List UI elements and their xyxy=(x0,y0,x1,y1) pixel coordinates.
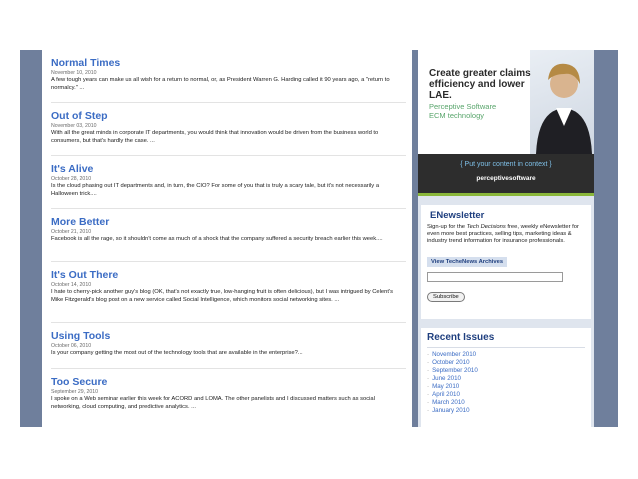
ad-headline: Create greater claims efficiency and low… xyxy=(429,68,531,101)
post-title-link[interactable]: More Better xyxy=(51,216,406,228)
post-item: It's Out There October 14, 2010 I hate t… xyxy=(51,269,406,304)
ad-cta-text: { Put your content in context } xyxy=(460,161,552,168)
post-title-link[interactable]: Normal Times xyxy=(51,57,406,69)
post-title-link[interactable]: Using Tools xyxy=(51,330,406,342)
divider xyxy=(427,347,585,348)
issue-label[interactable]: October 2010 xyxy=(432,359,470,366)
post-item: More Better October 21, 2010 Facebook is… xyxy=(51,216,406,244)
post-excerpt: I hate to cherry-pick another guy's blog… xyxy=(51,289,393,303)
issue-label[interactable]: November 2010 xyxy=(432,351,476,358)
issue-link[interactable]: · March 2010 xyxy=(427,399,585,407)
post-excerpt: With all the great minds in corporate IT… xyxy=(51,130,379,144)
recent-issues-box: Recent Issues · November 2010 · October 20… xyxy=(421,328,591,427)
blog-post-list: Normal Times November 10, 2010 A few tou… xyxy=(42,50,412,427)
issue-link[interactable]: · November 2010 xyxy=(427,351,585,359)
post-item: Using Tools October 06, 2010 Is your com… xyxy=(51,330,406,358)
ad-brand-logo: perceptivesoftware xyxy=(476,175,536,182)
divider xyxy=(51,102,406,103)
post-title-link[interactable]: Out of Step xyxy=(51,110,406,122)
issue-link[interactable]: · September 2010 xyxy=(427,367,585,375)
post-excerpt: A few tough years can make us all wish f… xyxy=(51,77,390,91)
enewsletter-box: ENewsletter Sign-up for the Tech Decisio… xyxy=(421,205,591,319)
post-item: Normal Times November 10, 2010 A few tou… xyxy=(51,57,406,92)
post-date: October 14, 2010 xyxy=(51,282,92,288)
issue-label[interactable]: March 2010 xyxy=(432,399,465,406)
ad-subtitle-line: ECM technology xyxy=(429,111,485,120)
divider xyxy=(51,261,406,262)
advertisement-banner[interactable]: Create greater claims efficiency and low… xyxy=(418,50,594,196)
issue-link[interactable]: · June 2010 xyxy=(427,375,585,383)
ad-photo xyxy=(530,50,594,154)
issue-link[interactable]: · January 2010 xyxy=(427,407,585,415)
post-item: Out of Step November 03, 2010 With all t… xyxy=(51,110,406,145)
issue-label[interactable]: September 2010 xyxy=(432,367,478,374)
recent-issues-list: · November 2010 · October 2010 · September … xyxy=(427,351,585,415)
divider xyxy=(51,322,406,323)
issue-label[interactable]: May 2010 xyxy=(432,383,459,390)
ad-subtitle: Perceptive Software ECM technology xyxy=(429,102,496,120)
enewsletter-description: Sign-up for the Tech Decisions free, wee… xyxy=(427,224,585,245)
person-photo-icon xyxy=(536,63,592,154)
post-title-link[interactable]: Too Secure xyxy=(51,376,406,388)
recent-issues-title: Recent Issues xyxy=(427,332,495,343)
post-date: September 29, 2010 xyxy=(51,389,99,395)
post-excerpt: Is the cloud phasing out IT departments … xyxy=(51,183,380,197)
sidebar: Create greater claims efficiency and low… xyxy=(418,50,594,427)
issue-link[interactable]: · May 2010 xyxy=(427,383,585,391)
post-date: October 28, 2010 xyxy=(51,176,92,182)
divider xyxy=(51,155,406,156)
post-date: November 10, 2010 xyxy=(51,70,97,76)
issue-link[interactable]: · April 2010 xyxy=(427,391,585,399)
post-date: October 06, 2010 xyxy=(51,343,92,349)
post-excerpt: Facebook is all the rage, so it shouldn'… xyxy=(51,236,383,242)
post-item: It's Alive October 28, 2010 Is the cloud… xyxy=(51,163,406,198)
post-date: October 21, 2010 xyxy=(51,229,92,235)
post-title-link[interactable]: It's Out There xyxy=(51,269,406,281)
issue-link[interactable]: · October 2010 xyxy=(427,359,585,367)
description-text: Sign-up for the xyxy=(427,224,467,230)
post-excerpt: Is your company getting the most out of … xyxy=(51,350,303,356)
issue-label[interactable]: January 2010 xyxy=(432,407,470,414)
view-archives-button[interactable]: View TecheNews Archives xyxy=(427,257,508,267)
ad-subtitle-line: Perceptive Software xyxy=(429,102,497,111)
post-excerpt: I spoke on a Web seminar earlier this we… xyxy=(51,396,375,410)
divider xyxy=(51,208,406,209)
subscribe-button[interactable]: Subscribe xyxy=(427,292,465,302)
post-date: November 03, 2010 xyxy=(51,123,97,129)
publication-name: Tech Decisions xyxy=(466,224,506,230)
archive-row: View TecheNews Archives xyxy=(427,250,585,268)
ad-footer-bar: { Put your content in context } percepti… xyxy=(418,154,594,196)
enewsletter-title: ENewsletter xyxy=(430,210,485,221)
issue-label[interactable]: April 2010 xyxy=(432,391,460,398)
post-title-link[interactable]: It's Alive xyxy=(51,163,406,175)
subscribe-row: Subscribe xyxy=(427,285,585,303)
post-item: Too Secure September 29, 2010 I spoke on… xyxy=(51,376,406,411)
issue-label[interactable]: June 2010 xyxy=(432,375,461,382)
email-input[interactable] xyxy=(427,272,563,282)
divider xyxy=(51,368,406,369)
